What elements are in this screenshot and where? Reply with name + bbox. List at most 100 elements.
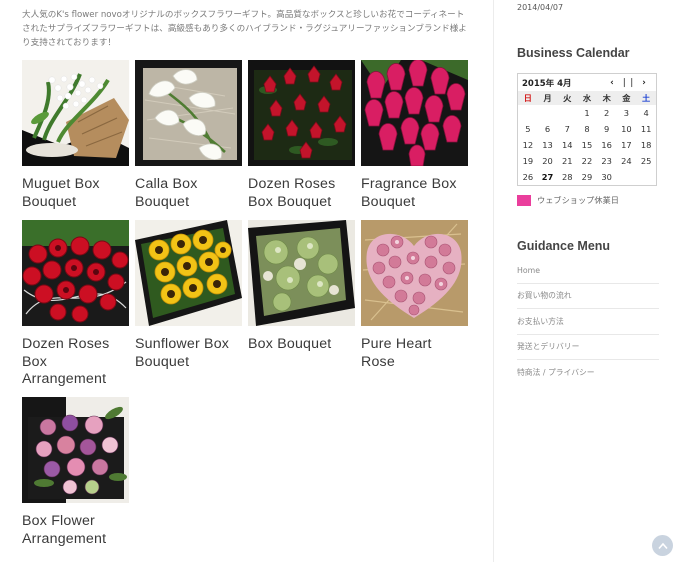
calendar-week: 19 20 21 22 23 24 25 (518, 153, 656, 169)
calendar-day: 14 (561, 140, 573, 150)
calendar-day: 29 (581, 172, 593, 182)
chevron-left-icon[interactable]: ‹ (604, 78, 620, 88)
product-title[interactable]: Box Bouquet (248, 336, 355, 354)
product-card[interactable]: Muguet Box Bouquet (22, 60, 129, 211)
green-hydrangea-box (248, 220, 355, 326)
calendar-day: 26 (522, 172, 534, 182)
product-card[interactable]: Fragrance Box Bouquet (361, 60, 468, 211)
calendar-grid: 日 月 火 水 木 金 土 1 2 3 4 5 6 7 8 9 10 11 12… (518, 91, 656, 185)
calendar-header: 2015年 4月 ‹ ❘❘ › (518, 74, 656, 91)
product-title[interactable]: Calla Box Bouquet (135, 176, 242, 211)
product-image[interactable] (22, 60, 129, 166)
product-title[interactable]: Dozen Roses Box Bouquet (248, 176, 355, 211)
product-card[interactable]: Box Bouquet (248, 220, 355, 354)
calendar-day: 24 (621, 156, 632, 166)
chevron-right-icon[interactable]: › (636, 78, 652, 88)
calendar-day (538, 105, 558, 121)
guidance-heading: Guidance Menu (517, 239, 611, 253)
guidance-link-home[interactable]: Home (517, 258, 659, 284)
calendar-day: 1 (584, 108, 590, 118)
calendar-day: 16 (601, 140, 612, 150)
product-image[interactable] (248, 60, 355, 166)
calendar-day: 22 (581, 156, 593, 166)
calendar-legend: ウェブショップ休業日 (517, 194, 619, 206)
calendar-week: 26 27 28 29 30 (518, 169, 656, 185)
product-title[interactable]: Sunflower Box Bouquet (135, 336, 242, 371)
product-title[interactable]: Pure Heart Rose (361, 336, 468, 371)
calendar-day: 2 (604, 108, 610, 118)
product-image[interactable] (361, 220, 468, 326)
calendar-day: 23 (601, 156, 612, 166)
calendar-day (636, 169, 656, 185)
calendar-day: 5 (525, 124, 531, 134)
product-image[interactable] (22, 397, 129, 503)
calendar-day: 7 (564, 124, 570, 134)
product-image[interactable] (135, 60, 242, 166)
weekday-sun: 日 (518, 91, 538, 105)
product-image[interactable] (22, 220, 129, 326)
pink-heart-roses (361, 220, 468, 326)
arrow-up-icon (657, 542, 668, 549)
calendar-day: 8 (584, 124, 590, 134)
sunflowers-box (135, 220, 242, 326)
product-card[interactable]: Dozen Roses Box Arrangement (22, 220, 129, 389)
intro-text: 大人気のK's flower novoオリジナルのボックスフラワーギフト。高品質… (22, 10, 467, 48)
product-title[interactable]: Muguet Box Bouquet (22, 176, 129, 211)
calendar-day: 30 (601, 172, 612, 182)
white-calla-lilies-box (135, 60, 242, 166)
calendar-day (557, 105, 577, 121)
product-image[interactable] (361, 60, 468, 166)
holiday-swatch (517, 194, 531, 206)
post-date: 2014/04/07 (517, 3, 564, 12)
main-content: 大人気のK's flower novoオリジナルのボックスフラワーギフト。高品質… (0, 0, 493, 562)
product-card[interactable]: Calla Box Bouquet (135, 60, 242, 211)
weekday-fri: 金 (616, 91, 637, 105)
guidance-link-shopping-flow[interactable]: お買い物の流れ (517, 284, 659, 309)
pause-icon[interactable]: ❘❘ (620, 78, 636, 88)
pink-tulips-box (361, 60, 468, 166)
business-calendar: 2015年 4月 ‹ ❘❘ › 日 月 火 水 木 金 土 1 2 3 4 5 … (517, 73, 657, 186)
calendar-weekday-row: 日 月 火 水 木 金 土 (518, 91, 656, 105)
calendar-day: 15 (581, 140, 593, 150)
lily-of-the-valley-bouquet (22, 60, 129, 166)
calendar-day: 19 (522, 156, 534, 166)
weekday-mon: 月 (537, 91, 558, 105)
product-title[interactable]: Box Flower Arrangement (22, 513, 129, 548)
calendar-day: 10 (621, 124, 632, 134)
product-card[interactable]: Sunflower Box Bouquet (135, 220, 242, 371)
mixed-pink-purple-box (22, 397, 129, 503)
calendar-day: 12 (522, 140, 534, 150)
product-image[interactable] (248, 220, 355, 326)
product-title[interactable]: Fragrance Box Bouquet (361, 176, 468, 211)
weekday-sat: 土 (636, 91, 656, 105)
calendar-day: 4 (643, 108, 649, 118)
red-roses-black-box (248, 60, 355, 166)
product-card[interactable]: Box Flower Arrangement (22, 397, 129, 548)
calendar-day: 21 (561, 156, 573, 166)
calendar-day (617, 169, 637, 185)
calendar-day: 13 (542, 140, 553, 150)
product-title[interactable]: Dozen Roses Box Arrangement (22, 336, 129, 389)
guidance-link-payment[interactable]: お支払い方法 (517, 309, 659, 335)
calendar-day: 11 (640, 124, 652, 134)
product-card[interactable]: Dozen Roses Box Bouquet (248, 60, 355, 211)
guidance-link-legal[interactable]: 特商法 / プライバシー (517, 360, 659, 386)
product-card[interactable]: Pure Heart Rose (361, 220, 468, 371)
calendar-month-label: 2015年 4月 (522, 78, 572, 89)
calendar-week: 12 13 14 15 16 17 18 (518, 137, 656, 153)
calendar-day: 9 (604, 124, 610, 134)
guidance-link-delivery[interactable]: 発送とデリバリー (517, 335, 659, 360)
calendar-day: 3 (623, 108, 629, 118)
weekday-tue: 火 (557, 91, 578, 105)
guidance-menu: Home お買い物の流れ お支払い方法 発送とデリバリー 特商法 / プライバシ… (517, 258, 659, 386)
calendar-day (518, 105, 538, 121)
calendar-day: 6 (544, 124, 551, 134)
column-divider (493, 0, 494, 562)
calendar-week: 5 6 7 8 9 10 11 (518, 121, 656, 137)
calendar-day: 20 (542, 156, 553, 166)
weekday-thu: 木 (596, 91, 617, 105)
calendar-day-today: 27 (541, 172, 554, 182)
product-image[interactable] (135, 220, 242, 326)
back-to-top-button[interactable] (652, 535, 673, 556)
calendar-day: 25 (640, 156, 652, 166)
